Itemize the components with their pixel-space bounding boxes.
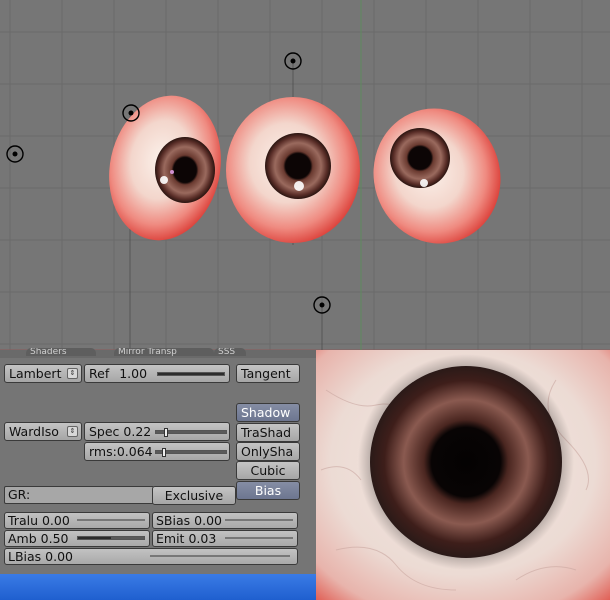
ref-slider-track[interactable] [157, 372, 225, 376]
diffuse-shader-menu[interactable]: Lambert ⇕ [4, 364, 82, 383]
tab-sss[interactable]: SSS [214, 348, 246, 356]
onlysha-toggle[interactable]: OnlySha [236, 442, 300, 461]
tralu-value: 0.00 [41, 513, 70, 528]
amb-slider-track[interactable] [77, 536, 145, 540]
eye-center[interactable] [226, 97, 360, 243]
os-taskbar [0, 574, 316, 600]
sbias-slider[interactable]: SBias 0.00 [152, 512, 298, 529]
amb-slider-fill [78, 537, 111, 539]
eye-texture-image [316, 350, 610, 600]
tralu-slider[interactable]: Tralu 0.00 [4, 512, 150, 529]
emit-slider[interactable]: Emit 0.03 [152, 530, 298, 547]
ref-value: 1.00 [119, 366, 148, 381]
tab-mirror-transp[interactable]: Mirror Transp [114, 348, 214, 356]
emit-label: Emit [156, 531, 185, 546]
rms-value: 0.064 [116, 444, 153, 459]
rms-slider-track[interactable] [155, 448, 227, 457]
panel-tab-strip: Shaders Mirror Transp SSS [0, 348, 316, 358]
specular-shader-label: WardIso [9, 424, 59, 439]
spec-value: 0.22 [123, 424, 152, 439]
empty-left-icon[interactable] [6, 145, 24, 163]
exclusive-toggle[interactable]: Exclusive [152, 486, 236, 505]
shaders-panel: Shaders Mirror Transp SSS Lambert ⇕ Ref … [0, 348, 316, 574]
eye-right[interactable] [356, 92, 518, 260]
tangent-button[interactable]: Tangent [236, 364, 300, 383]
diffuse-shader-label: Lambert [9, 366, 62, 381]
rms-label: rms: [89, 444, 117, 459]
material-preview [316, 350, 610, 600]
specular-shader-menu[interactable]: WardIso ⇕ [4, 422, 82, 441]
emit-value: 0.03 [188, 531, 217, 546]
spec-slider-knob[interactable] [163, 428, 168, 437]
emit-slider-track[interactable] [225, 537, 293, 539]
lbias-value: 0.00 [45, 549, 74, 564]
eye-left[interactable] [96, 85, 234, 251]
menu-updown-icon: ⇕ [67, 426, 78, 437]
spec-label: Spec [89, 424, 120, 439]
menu-updown-icon: ⇕ [67, 368, 78, 379]
amb-label: Amb [8, 531, 37, 546]
bias-toggle[interactable]: Bias [236, 481, 300, 500]
tralu-label: Tralu [8, 513, 38, 528]
shadow-toggle[interactable]: Shadow [236, 403, 300, 422]
tab-shaders[interactable]: Shaders [26, 348, 96, 356]
3d-viewport[interactable] [0, 0, 610, 350]
sbias-label: SBias [156, 513, 191, 528]
trashad-toggle[interactable]: TraShad [236, 423, 300, 442]
spec-slider[interactable]: Spec 0.22 [84, 422, 230, 441]
sbias-slider-track[interactable] [225, 519, 293, 521]
amb-value: 0.50 [40, 531, 69, 546]
amb-slider[interactable]: Amb 0.50 [4, 530, 150, 547]
tralu-slider-track[interactable] [77, 519, 145, 521]
cubic-toggle[interactable]: Cubic [236, 461, 300, 480]
lbias-slider[interactable]: LBias 0.00 [4, 548, 298, 565]
spec-slider-track[interactable] [155, 428, 227, 437]
viewport-canvas[interactable] [0, 0, 610, 350]
ref-slider[interactable]: Ref 1.00 [84, 364, 230, 383]
lbias-slider-track[interactable] [150, 555, 290, 557]
rms-slider-knob[interactable] [161, 448, 166, 457]
group-field[interactable]: GR: [4, 486, 154, 504]
sbias-value: 0.00 [194, 513, 222, 528]
group-label: GR: [8, 487, 31, 502]
lbias-label: LBias [8, 549, 42, 564]
rms-slider[interactable]: rms:0.064 [84, 442, 230, 461]
ref-label: Ref [89, 366, 110, 381]
ref-slider-fill [158, 373, 224, 375]
